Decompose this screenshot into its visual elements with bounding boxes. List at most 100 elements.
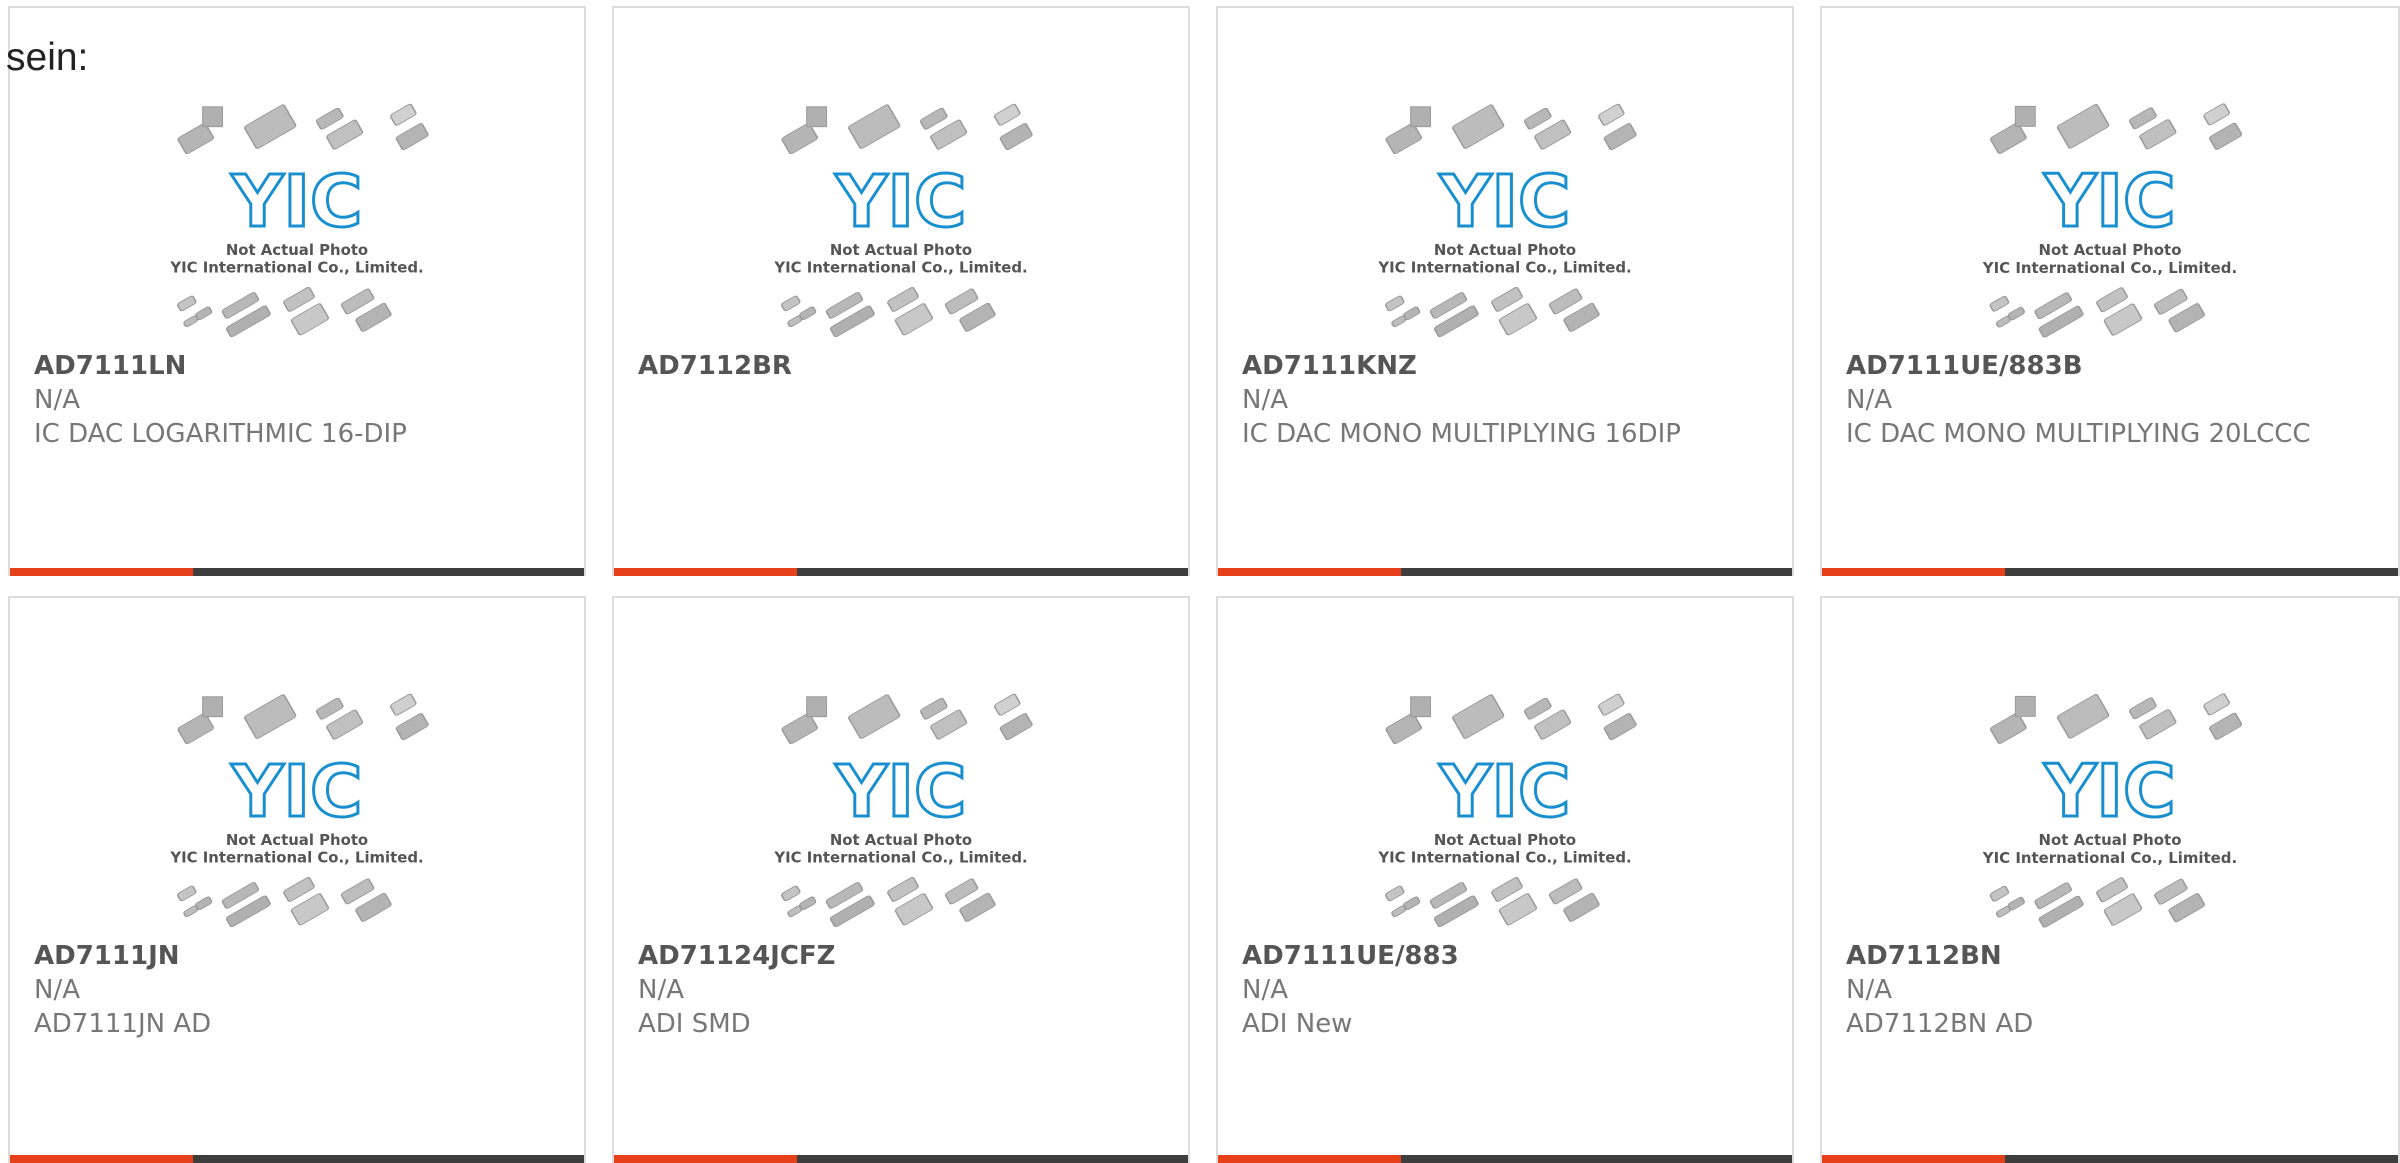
image-caption-line1: Not Actual Photo bbox=[226, 831, 368, 849]
card-footer-accent bbox=[1218, 568, 1401, 576]
chip-shape bbox=[176, 295, 197, 312]
card-footer-bar bbox=[10, 1155, 584, 1163]
chip-shape bbox=[1385, 122, 1423, 155]
product-part-number: AD7111UE/883B bbox=[1846, 351, 2083, 381]
image-caption-line2: YIC International Co., Limited. bbox=[773, 259, 1027, 277]
chip-shape bbox=[1410, 106, 1432, 128]
chip-shape bbox=[244, 694, 297, 739]
yic-logo-icon: YIC bbox=[2043, 749, 2175, 833]
chip-shape bbox=[1410, 696, 1432, 718]
yic-logo-icon: YIC bbox=[1439, 750, 1571, 833]
product-image: YICNot Actual PhotoYIC International Co.… bbox=[169, 103, 429, 338]
product-part-number: AD7111JN bbox=[34, 941, 180, 971]
image-caption-line1: Not Actual Photo bbox=[2039, 831, 2182, 849]
chip-shape bbox=[919, 697, 948, 720]
product-image: YICNot Actual PhotoYIC International Co.… bbox=[1982, 693, 2243, 928]
product-part-number: AD7112BN bbox=[1846, 941, 2002, 971]
image-caption-line1: Not Actual Photo bbox=[830, 241, 972, 259]
chip-shape bbox=[177, 712, 215, 745]
chip-shape bbox=[2209, 122, 2243, 150]
chip-shape bbox=[202, 106, 224, 128]
chip-shape bbox=[1523, 107, 1552, 130]
yic-logo-icon: YIC bbox=[835, 160, 967, 243]
chip-shape bbox=[176, 885, 197, 902]
product-image: YICNot Actual PhotoYIC International Co.… bbox=[773, 103, 1033, 338]
card-footer-bar bbox=[1218, 568, 1792, 576]
chip-shape bbox=[177, 122, 215, 155]
yic-logo-icon: YIC bbox=[1439, 160, 1571, 243]
chip-shape bbox=[781, 122, 819, 155]
chip-shape bbox=[780, 885, 801, 902]
chip-shape bbox=[2128, 107, 2157, 130]
chip-shape bbox=[183, 905, 199, 918]
chip-shape bbox=[315, 697, 344, 720]
product-card[interactable]: YIC Not Actual Photo YIC International Co.… bbox=[1216, 6, 1794, 576]
chip-shape bbox=[2014, 105, 2036, 127]
product-card[interactable]: YIC Not Actual Photo YIC International Co.… bbox=[1820, 6, 2400, 576]
card-footer-accent bbox=[10, 568, 193, 576]
chip-shape bbox=[1603, 713, 1637, 741]
card-footer-bar bbox=[1218, 1155, 1792, 1163]
product-card[interactable]: YIC Not Actual Photo YIC International Co.… bbox=[1216, 596, 1794, 1163]
chip-shape bbox=[395, 123, 429, 151]
chip-shape bbox=[1384, 885, 1405, 902]
chip-shape bbox=[2128, 697, 2157, 720]
card-footer-accent bbox=[1218, 1155, 1401, 1163]
chip-shape bbox=[806, 696, 828, 718]
product-card[interactable]: YIC Not Actual Photo YIC International Co.… bbox=[8, 6, 586, 576]
chip-shape bbox=[2056, 103, 2110, 149]
product-stock: N/A bbox=[1846, 975, 1892, 1005]
chip-shape bbox=[993, 103, 1021, 126]
product-part-number: AD71124JCFZ bbox=[638, 941, 836, 971]
chip-shape bbox=[389, 693, 417, 716]
chip-shape bbox=[1989, 712, 2027, 744]
product-card[interactable]: YIC Not Actual Photo YIC International Co.… bbox=[8, 596, 586, 1163]
product-image: YICNot Actual PhotoYIC International Co.… bbox=[1377, 693, 1637, 928]
yic-logo-icon: YIC bbox=[231, 160, 363, 243]
product-description: ADI SMD bbox=[638, 1009, 751, 1039]
chip-shape bbox=[993, 693, 1021, 716]
card-footer-accent bbox=[10, 1155, 193, 1163]
chip-shape bbox=[1995, 905, 2011, 918]
product-card[interactable]: YIC Not Actual Photo YIC International Co.… bbox=[612, 596, 1190, 1163]
product-stock: N/A bbox=[1242, 975, 1288, 1005]
card-footer-bar bbox=[1822, 1155, 2398, 1163]
chip-shape bbox=[2056, 693, 2110, 739]
chip-shape bbox=[2209, 712, 2243, 740]
product-part-number: AD7111UE/883 bbox=[1242, 941, 1459, 971]
product-stock: N/A bbox=[638, 975, 684, 1005]
product-stock: N/A bbox=[34, 385, 80, 415]
chip-shape bbox=[389, 103, 417, 126]
chip-shape bbox=[1384, 295, 1405, 312]
chip-shape bbox=[2203, 103, 2230, 126]
product-stock: N/A bbox=[34, 975, 80, 1005]
product-card[interactable]: YIC Not Actual Photo YIC International Co.… bbox=[1820, 596, 2400, 1163]
chip-shape bbox=[806, 106, 828, 128]
image-caption-line1: Not Actual Photo bbox=[1434, 831, 1576, 849]
image-caption-line2: YIC International Co., Limited. bbox=[1377, 259, 1631, 277]
product-grid: YIC Not Actual Photo YIC International Co.… bbox=[0, 0, 2400, 1163]
chip-shape bbox=[1385, 712, 1423, 745]
image-caption-line2: YIC International Co., Limited. bbox=[1982, 849, 2237, 867]
chip-shape bbox=[1995, 315, 2011, 328]
chip-shape bbox=[1523, 697, 1552, 720]
product-image: YICNot Actual PhotoYIC International Co.… bbox=[1982, 103, 2243, 338]
product-stock: N/A bbox=[1846, 385, 1892, 415]
chip-shape bbox=[244, 104, 297, 149]
product-description: IC DAC MONO MULTIPLYING 16DIP bbox=[1242, 419, 1681, 449]
product-card[interactable]: YIC Not Actual Photo YIC International Co.… bbox=[612, 6, 1190, 576]
chip-shape bbox=[1989, 885, 2010, 902]
image-caption-line2: YIC International Co., Limited. bbox=[1377, 849, 1631, 867]
image-caption-line1: Not Actual Photo bbox=[1434, 241, 1576, 259]
card-footer-accent bbox=[614, 568, 797, 576]
yic-logo-icon: YIC bbox=[2043, 159, 2175, 243]
chip-shape bbox=[999, 713, 1033, 741]
chip-shape bbox=[999, 123, 1033, 151]
card-footer-bar bbox=[10, 568, 584, 576]
product-part-number: AD7111KNZ bbox=[1242, 351, 1417, 381]
image-caption-line2: YIC International Co., Limited. bbox=[169, 259, 423, 277]
image-caption-line2: YIC International Co., Limited. bbox=[1982, 259, 2237, 277]
chip-shape bbox=[787, 315, 803, 328]
chip-shape bbox=[1597, 693, 1625, 716]
product-description: IC DAC LOGARITHMIC 16-DIP bbox=[34, 419, 407, 449]
